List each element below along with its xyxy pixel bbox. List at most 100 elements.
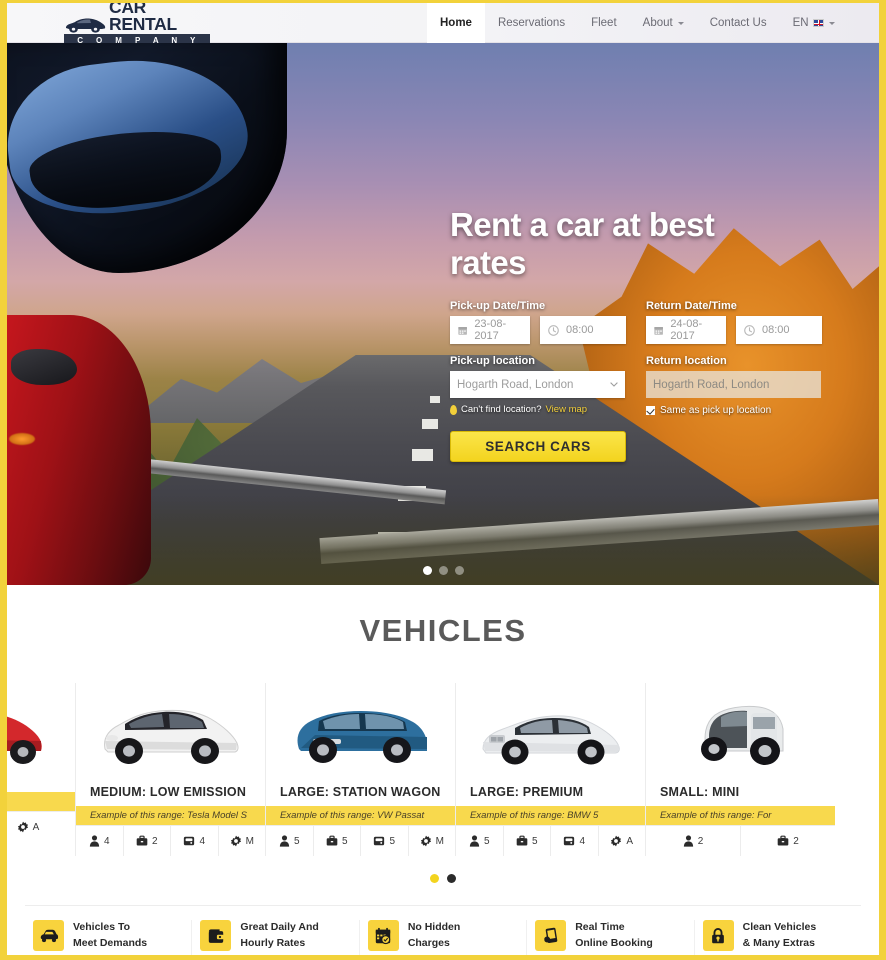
hero-banner: Rent a car at best rates Pick-up Date/Ti… bbox=[7, 43, 879, 585]
calendar-check-icon bbox=[367, 920, 399, 952]
vehicle-card[interactable]: SMALL: MINI Example of this range: For 2… bbox=[645, 683, 835, 856]
find-location-text: Can't find location? bbox=[461, 404, 542, 416]
feature-line2: Hourly Rates bbox=[240, 936, 306, 949]
return-location-label: Return location bbox=[646, 355, 727, 368]
return-column: Return Date/Time 24-08-2017 08:00 Return… bbox=[646, 300, 845, 462]
vehicle-example: l Astra bbox=[7, 792, 75, 811]
vehicle-card[interactable]: LARGE: PREMIUM Example of this range: BM… bbox=[455, 683, 645, 856]
feature-line1: Clean Vehicles bbox=[742, 921, 817, 933]
spec-doors: 5 bbox=[360, 826, 408, 856]
spec-bags: 5 bbox=[502, 826, 551, 856]
person-icon bbox=[279, 835, 290, 847]
car-microcar-icon bbox=[700, 705, 783, 765]
same-location-checkbox[interactable] bbox=[646, 406, 655, 416]
spec-doors: 4 bbox=[550, 826, 598, 856]
person-icon bbox=[469, 835, 480, 847]
spec-doors: 4 bbox=[170, 826, 218, 856]
nav-item-home[interactable]: Home bbox=[427, 3, 485, 43]
vehicle-image bbox=[456, 683, 645, 769]
feature-line2: Meet Demands bbox=[73, 936, 148, 949]
return-time-input[interactable]: 08:00 bbox=[736, 316, 822, 345]
vehicles-dot-1[interactable] bbox=[430, 874, 439, 883]
calendar-icon bbox=[458, 326, 467, 335]
feature-line1: Vehicles To bbox=[73, 921, 130, 933]
return-date-input[interactable]: 24-08-2017 bbox=[646, 316, 726, 345]
nav-item-contact-us[interactable]: Contact Us bbox=[697, 3, 780, 43]
hero-slider-dot-2[interactable] bbox=[438, 566, 448, 575]
vehicle-specs: 4 2 4 M bbox=[76, 825, 265, 856]
spec-value: 5 bbox=[483, 835, 490, 847]
vehicle-example: Example of this range: Tesla Model S bbox=[76, 806, 265, 825]
site-logo[interactable]: CAR RENTAL C O M P A N Y bbox=[64, 3, 210, 47]
feature-label: No Hidden Charges bbox=[408, 920, 461, 952]
nav-label-reservations: Reservations bbox=[497, 17, 566, 29]
spec-bags: 5 bbox=[312, 826, 361, 856]
car-wagon-icon bbox=[297, 711, 427, 763]
page-root: CAR RENTAL C O M P A N Y Home Reservatio… bbox=[0, 0, 886, 960]
vehicles-carousel-dots bbox=[7, 874, 879, 883]
spec-value: 4 bbox=[103, 835, 110, 847]
vehicle-card[interactable]: LARGE: STATION WAGON Example of this ran… bbox=[265, 683, 455, 856]
hero-red-car-lamp bbox=[9, 433, 35, 445]
person-icon bbox=[89, 835, 100, 847]
uk-flag-icon bbox=[812, 19, 824, 27]
gear-icon bbox=[420, 835, 431, 847]
nav-item-fleet[interactable]: Fleet bbox=[578, 3, 630, 43]
spec-value: 2 bbox=[151, 835, 158, 847]
chevron-down-icon bbox=[677, 21, 684, 25]
nav-item-reservations[interactable]: Reservations bbox=[485, 3, 578, 43]
person-icon bbox=[683, 835, 693, 847]
spec-bags: 2 bbox=[122, 826, 171, 856]
same-location-label: Same as pick up location bbox=[660, 405, 772, 417]
car-sedan-icon bbox=[481, 715, 620, 765]
vehicle-card[interactable]: l Astra 4 A bbox=[7, 683, 75, 856]
clock-icon bbox=[744, 324, 755, 336]
return-location-value: Hogarth Road, London bbox=[653, 378, 770, 391]
return-datetime-label: Return Date/Time bbox=[646, 300, 737, 313]
pickup-location-select[interactable]: Hogarth Road, London bbox=[450, 371, 625, 399]
vehicle-card[interactable]: MEDIUM: LOW EMISSION Example of this ran… bbox=[75, 683, 265, 856]
vehicle-image bbox=[76, 683, 265, 769]
vehicle-image bbox=[7, 683, 75, 769]
spec-transmission: M bbox=[407, 826, 456, 856]
hero-mirror-glass bbox=[7, 46, 256, 226]
vehicles-dot-2[interactable] bbox=[447, 874, 456, 883]
page-title: VEHICLES bbox=[359, 613, 527, 648]
gear-icon bbox=[17, 821, 28, 833]
wallet-icon bbox=[200, 920, 232, 952]
nav-item-about[interactable]: About bbox=[630, 3, 697, 43]
pickup-datetime-label: Pick-up Date/Time bbox=[450, 300, 546, 313]
return-location-select[interactable]: Hogarth Road, London bbox=[646, 371, 821, 399]
calendar-icon bbox=[654, 326, 663, 335]
same-location-row[interactable]: Same as pick up location bbox=[646, 405, 845, 416]
lock-icon bbox=[702, 920, 734, 952]
spec-passengers: 5 bbox=[456, 826, 503, 856]
view-map-link[interactable]: View map bbox=[546, 404, 588, 415]
feature-item: Great Daily And Hourly Rates Replace the… bbox=[191, 920, 358, 955]
door-icon bbox=[184, 836, 195, 846]
nav-label-contact-us: Contact Us bbox=[709, 17, 767, 29]
booking-form: Pick-up Date/Time 23-08-2017 08:00 Pick-… bbox=[450, 300, 845, 463]
feature-line1: No Hidden bbox=[407, 921, 461, 933]
gear-icon bbox=[611, 835, 622, 847]
hero-slider-dot-1[interactable] bbox=[422, 566, 432, 575]
spec-transmission: M bbox=[217, 826, 266, 856]
hero-slider-dot-3[interactable] bbox=[454, 566, 464, 575]
hero-red-car-mirror bbox=[11, 349, 77, 385]
vehicle-name bbox=[7, 769, 75, 785]
return-date-value: 24-08-2017 bbox=[670, 318, 703, 343]
briefcase-icon bbox=[516, 835, 528, 846]
nav-label-language: EN bbox=[792, 17, 809, 29]
spec-value: 5 bbox=[293, 835, 300, 847]
vehicle-example: Example of this range: For bbox=[646, 806, 835, 825]
hero-booking-panel: Rent a car at best rates Pick-up Date/Ti… bbox=[450, 206, 845, 463]
spec-passengers: 4 bbox=[76, 826, 123, 856]
pickup-time-input[interactable]: 08:00 bbox=[540, 316, 626, 345]
pickup-date-input[interactable]: 23-08-2017 bbox=[450, 316, 530, 345]
vehicle-example: Example of this range: BMW 5 bbox=[456, 806, 645, 825]
nav-item-language[interactable]: EN bbox=[780, 3, 848, 43]
spec-value: 2 bbox=[697, 835, 704, 847]
vehicle-name: LARGE: STATION WAGON bbox=[280, 785, 441, 799]
spec-value: 2 bbox=[793, 835, 799, 847]
search-cars-button[interactable]: SEARCH CARS bbox=[450, 431, 626, 463]
